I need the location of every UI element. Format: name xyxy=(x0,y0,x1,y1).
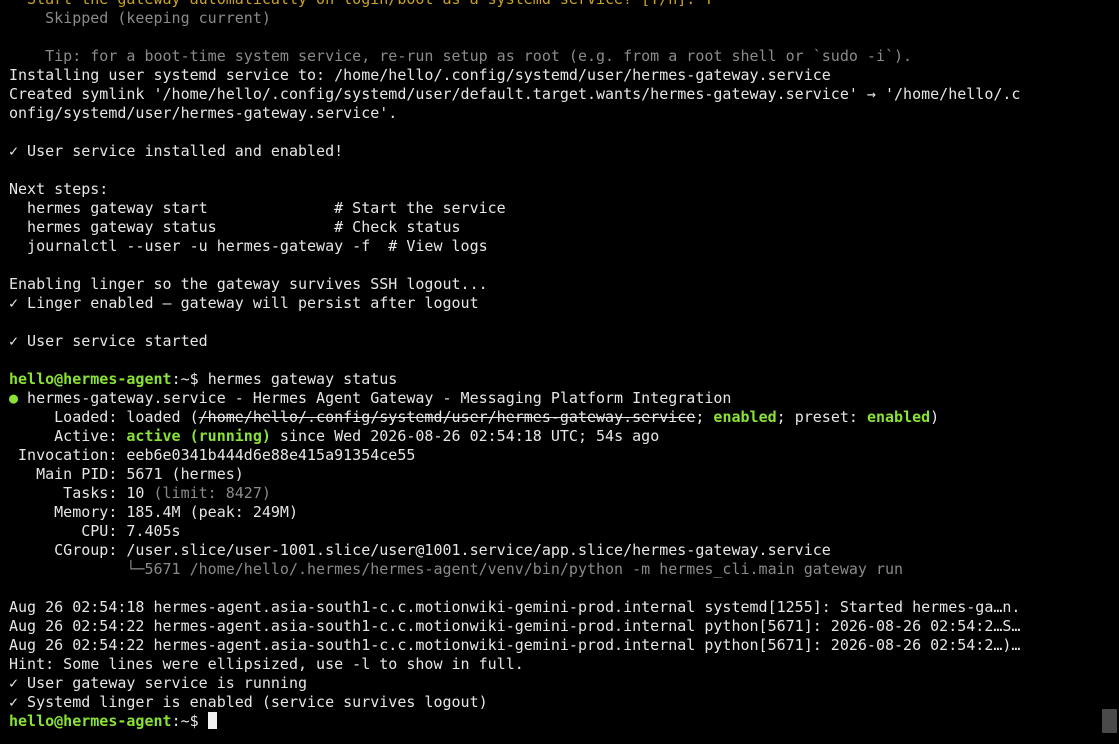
main-pid-line: Main PID: 5671 (hermes) xyxy=(9,465,244,483)
output-line: hermes gateway start # Start the service xyxy=(9,199,506,217)
active-value: active (running) xyxy=(126,427,271,445)
active-label: Active: xyxy=(9,427,127,445)
final-prompt-line[interactable]: hello@hermes-agent:~$ xyxy=(9,712,1109,731)
loaded-path: /home/hello/.config/systemd/user/hermes-… xyxy=(198,408,696,426)
terminal-output: Start the gateway automatically on login… xyxy=(9,0,1109,731)
cgroup-process-line: └─5671 /home/hello/.hermes/hermes-agent/… xyxy=(9,560,904,578)
prompt-user-host: hello@hermes-agent xyxy=(9,370,172,388)
tasks-limit: (limit: 8427) xyxy=(144,484,271,502)
active-since: since Wed 2026-08-26 02:54:18 UTC; 54s a… xyxy=(270,427,660,445)
output-line: onfig/systemd/user/hermes-gateway.servic… xyxy=(9,104,398,122)
log-line: Aug 26 02:54:22 hermes-agent.asia-south1… xyxy=(9,617,1021,635)
log-line: Aug 26 02:54:22 hermes-agent.asia-south1… xyxy=(9,636,1021,654)
active-line: Active: active (running) since Wed 2026-… xyxy=(9,427,1109,446)
loaded-sep: ; xyxy=(695,408,714,426)
loaded-value: loaded ( xyxy=(126,408,199,426)
cpu-line: CPU: 7.405s xyxy=(9,522,181,540)
cgroup-line: CGroup: /user.slice/user-1001.slice/user… xyxy=(9,541,831,559)
output-line: Tip: for a boot-time system service, re-… xyxy=(9,47,913,65)
unit-line: ● hermes-gateway.service - Hermes Agent … xyxy=(9,389,1109,408)
output-line: Start the gateway automatically on login… xyxy=(9,0,1109,9)
status-bullet-icon: ● xyxy=(9,389,19,407)
hint-line: Hint: Some lines were ellipsized, use -l… xyxy=(9,655,524,673)
linger-enabled-line: ✓ Systemd linger is enabled (service sur… xyxy=(9,693,488,711)
prompt-path: :~$ xyxy=(171,370,208,388)
memory-line: Memory: 185.4M (peak: 249M) xyxy=(9,503,298,521)
output-line: Next steps: xyxy=(9,180,109,198)
loaded-end: ) xyxy=(930,408,940,426)
output-line: ✓ User service started xyxy=(9,332,208,350)
output-line: hermes gateway status # Check status xyxy=(9,218,461,236)
invocation-line: Invocation: eeb6e0341b444d6e88e415a91354… xyxy=(9,446,416,464)
output-line: Installing user systemd service to: /hom… xyxy=(9,66,831,84)
tasks-value: Tasks: 10 xyxy=(9,484,145,502)
final-prompt-path: :~$ xyxy=(171,712,208,730)
scrollbar-thumb[interactable] xyxy=(1102,709,1117,733)
prompt-command: hermes gateway status xyxy=(207,370,398,388)
setup-output: Start the gateway automatically on login… xyxy=(9,0,1109,370)
loaded-label: Loaded: xyxy=(9,408,127,426)
output-line: Created symlink '/home/hello/.config/sys… xyxy=(9,85,1021,103)
output-line: Enabling linger so the gateway survives … xyxy=(9,275,488,293)
loaded-preset-label: ; preset: xyxy=(776,408,867,426)
loaded-line: Loaded: loaded (/home/hello/.config/syst… xyxy=(9,408,1109,427)
loaded-preset: enabled xyxy=(866,408,931,426)
tasks-line: Tasks: 10 (limit: 8427) xyxy=(9,484,1109,503)
loaded-enabled: enabled xyxy=(713,408,777,426)
output-line: Skipped (keeping current) xyxy=(9,9,271,27)
output-line: journalctl --user -u hermes-gateway -f #… xyxy=(9,237,488,255)
log-line: Aug 26 02:54:18 hermes-agent.asia-south1… xyxy=(9,598,1021,616)
output-line: ✓ User service installed and enabled! xyxy=(9,142,344,160)
unit-description: hermes-gateway.service - Hermes Agent Ga… xyxy=(18,389,732,407)
output-line: ✓ Linger enabled — gateway will persist … xyxy=(9,294,479,312)
text-cursor[interactable] xyxy=(207,712,217,729)
status-prompt-line: hello@hermes-agent:~$ hermes gateway sta… xyxy=(9,370,1109,389)
final-prompt-user-host: hello@hermes-agent xyxy=(9,712,172,730)
gateway-running-line: ✓ User gateway service is running xyxy=(9,674,308,692)
